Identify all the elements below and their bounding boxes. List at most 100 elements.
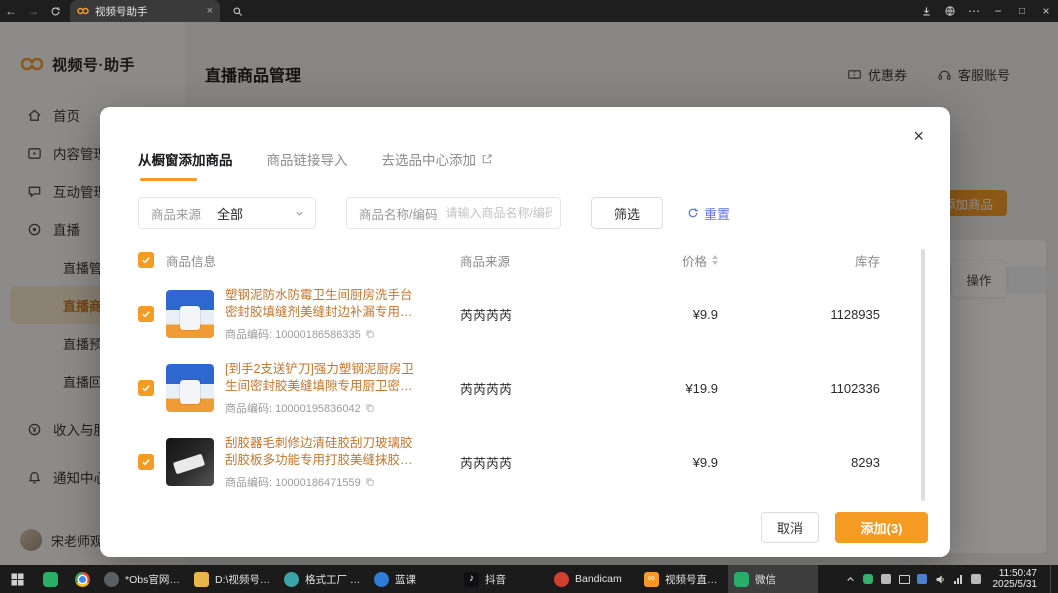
format-factory-icon — [284, 572, 299, 587]
download-icon[interactable] — [914, 0, 938, 22]
chrome-quicklaunch[interactable] — [66, 565, 98, 593]
windows-icon — [11, 573, 24, 586]
task-format-factory[interactable]: 格式工厂 X64 ... — [278, 565, 368, 593]
check-icon — [141, 255, 151, 265]
col-header-price[interactable]: 价格 — [580, 251, 718, 270]
refresh-icon[interactable] — [44, 0, 66, 22]
usb-icon[interactable] — [971, 574, 982, 585]
tab-selection-center[interactable]: 去选品中心添加 — [382, 149, 494, 181]
chrome-icon — [75, 572, 90, 587]
product-source: 芮芮芮芮 — [460, 305, 580, 324]
taskbar: *Obs官网电脑... D:\视频号直播... 格式工厂 X64 ... 蓝课 … — [0, 565, 1058, 593]
product-stock: 8293 — [718, 455, 912, 470]
external-link-icon — [481, 153, 493, 165]
select-all-checkbox[interactable] — [138, 252, 154, 268]
product-price: ¥9.9 — [580, 307, 718, 322]
tab-link-import[interactable]: 商品链接导入 — [267, 149, 348, 181]
tray-time: 11:50:47 — [999, 568, 1037, 579]
task-explorer[interactable]: D:\视频号直播... — [188, 565, 278, 593]
confirm-add-button[interactable]: 添加(3) — [835, 512, 928, 543]
col-header-info: 商品信息 — [166, 251, 460, 270]
price-label: 价格 — [682, 251, 707, 270]
product-row: 刮胶器毛刺修边清硅胶刮刀玻璃胶刮胶板多功能专用打胶美缝抹胶神器 商品编码: 10… — [138, 425, 912, 499]
app-area: 视频号·助手 首页 内容管理 互动管理 — [0, 22, 1058, 565]
network-icon[interactable] — [953, 574, 964, 585]
restore-icon[interactable]: □ — [1010, 0, 1034, 22]
browser-tab[interactable]: 视频号助手 × — [70, 0, 220, 22]
check-icon — [141, 309, 151, 319]
product-title[interactable]: 塑钢泥防水防霉卫生间厨房洗手台密封胶填缝剂美缝封边补漏专用胶150ml... — [225, 287, 421, 321]
product-title[interactable]: [到手2支送铲刀]强力塑钢泥厨房卫生间密封胶美缝填隙专用厨卫密封胶150M... — [225, 361, 421, 395]
product-title[interactable]: 刮胶器毛刺修边清硅胶刮刀玻璃胶刮胶板多功能专用打胶美缝抹胶神器 — [225, 435, 421, 469]
lanke-icon — [374, 572, 389, 587]
minimize-icon[interactable]: − — [986, 0, 1010, 22]
row-checkbox[interactable] — [138, 454, 154, 470]
filter-bar: 商品来源 全部 商品名称/编码 筛选 重置 — [138, 197, 730, 229]
product-stock: 1102336 — [718, 381, 912, 396]
close-icon[interactable]: × — [913, 127, 924, 145]
tab-close-icon[interactable]: × — [207, 5, 213, 17]
product-image — [166, 438, 214, 486]
task-douyin[interactable]: ♪ 抖音 — [458, 565, 548, 593]
task-label: D:\视频号直播... — [215, 572, 272, 587]
name-filter-label: 商品名称/编码 — [359, 204, 437, 223]
product-stock: 1128935 — [718, 307, 912, 322]
table-header: 商品信息 商品来源 价格 库存 — [138, 247, 912, 273]
tray-app-icon[interactable] — [881, 574, 892, 585]
browser-titlebar: ← → 视频号助手 × ⋯ − □ × — [0, 0, 1058, 22]
filter-button[interactable]: 筛选 — [591, 197, 663, 229]
reset-label: 重置 — [704, 204, 730, 223]
tab-title: 视频号助手 — [95, 4, 201, 19]
check-icon — [141, 457, 151, 467]
source-filter-select[interactable]: 商品来源 全部 — [138, 197, 316, 229]
start-button[interactable] — [0, 565, 34, 593]
task-obs[interactable]: *Obs官网电脑... — [98, 565, 188, 593]
modal-footer: 取消 添加(3) — [761, 512, 928, 543]
row-checkbox[interactable] — [138, 306, 154, 322]
task-label: 抖音 — [485, 572, 506, 587]
product-image — [166, 364, 214, 412]
tray-display-icon[interactable] — [899, 574, 910, 585]
refresh-icon — [687, 207, 699, 219]
product-price: ¥19.9 — [580, 381, 718, 396]
channels-companion-icon: ∞ — [644, 572, 659, 587]
task-wechat[interactable]: 微信 — [728, 565, 818, 593]
close-window-icon[interactable]: × — [1034, 0, 1058, 22]
tray-expand-icon[interactable] — [845, 574, 856, 585]
task-channels-companion[interactable]: ∞ 视频号直播伴侣 — [638, 565, 728, 593]
wechat-quicklaunch[interactable] — [34, 565, 66, 593]
product-code: 商品编码: 10000195836042 — [225, 400, 361, 416]
forward-icon[interactable]: → — [22, 0, 44, 22]
reset-button[interactable]: 重置 — [687, 204, 730, 223]
volume-icon[interactable] — [935, 574, 946, 585]
tab-from-showcase[interactable]: 从橱窗添加商品 — [138, 149, 233, 181]
cancel-button[interactable]: 取消 — [761, 512, 819, 543]
source-filter-label: 商品来源 — [151, 204, 201, 223]
col-header-source: 商品来源 — [460, 251, 580, 270]
copy-icon[interactable] — [365, 403, 375, 413]
channels-logo-icon — [77, 5, 89, 17]
col-header-stock: 库存 — [718, 251, 912, 270]
search-icon[interactable] — [226, 0, 248, 22]
douyin-icon: ♪ — [464, 572, 479, 587]
clock[interactable]: 11:50:47 2025/5/31 — [989, 568, 1044, 590]
back-icon[interactable]: ← — [0, 0, 22, 22]
row-checkbox[interactable] — [138, 380, 154, 396]
tray-wechat-icon[interactable] — [863, 574, 874, 585]
globe-icon[interactable] — [938, 0, 962, 22]
more-icon[interactable]: ⋯ — [962, 0, 986, 22]
task-label: 微信 — [755, 572, 776, 587]
product-image — [166, 290, 214, 338]
show-desktop-button[interactable] — [1050, 565, 1054, 593]
copy-icon[interactable] — [365, 477, 375, 487]
name-search-input[interactable] — [445, 206, 552, 220]
task-lanke[interactable]: 蓝课 — [368, 565, 458, 593]
scrollbar-thumb[interactable] — [921, 249, 925, 501]
copy-icon[interactable] — [365, 329, 375, 339]
wechat-icon — [43, 572, 58, 587]
tray-input-icon[interactable] — [917, 574, 928, 585]
task-bandicam[interactable]: Bandicam — [548, 565, 638, 593]
product-rows: 塑钢泥防水防霉卫生间厨房洗手台密封胶填缝剂美缝封边补漏专用胶150ml... 商… — [138, 277, 912, 499]
chevron-down-icon — [294, 208, 305, 219]
product-code: 商品编码: 10000186471559 — [225, 474, 361, 490]
